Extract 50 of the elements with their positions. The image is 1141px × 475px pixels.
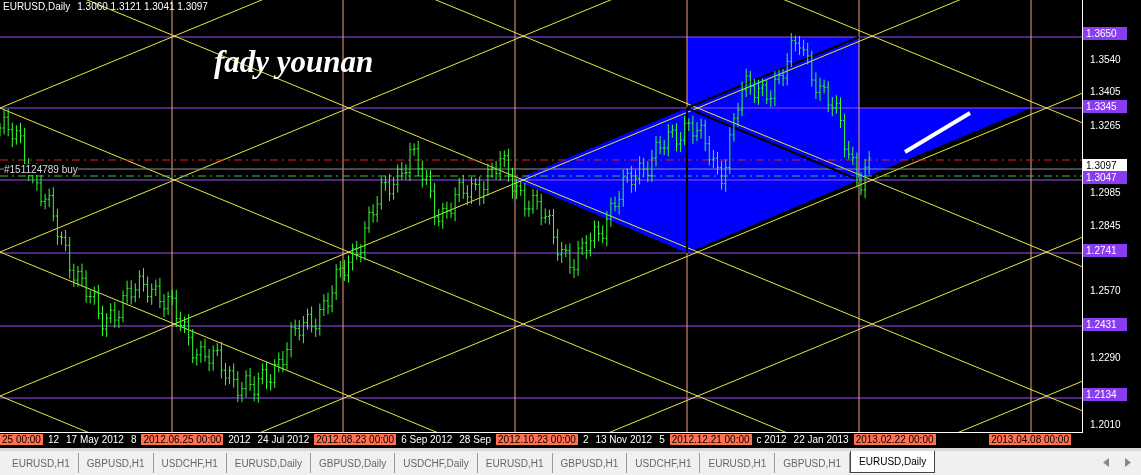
time-tick-label: 22 Jan 2013 [791,434,851,445]
time-tick-label: 28 Sep [457,434,493,445]
price-tick-label: 1.2290 [1090,352,1121,364]
order-label: #151124789 buy [4,164,78,175]
price-tick-label: 1.3540 [1090,54,1121,66]
time-marker-badge: 2012.08.23 00:00 [314,434,397,445]
price-level-badge: 1.2431 [1083,317,1128,331]
chart-tab[interactable]: EURUSD,H1 [477,453,553,473]
time-tick-label: 17 May 2012 [64,434,126,445]
price-tick-label: 1.2845 [1090,219,1121,231]
time-tick-label: 2012 [226,434,253,445]
ohlc-values: 1.3060 1.3121 1.3041 1.3097 [77,1,208,12]
time-tick-label: 2 [580,434,591,445]
price-level-badge: 1.2741 [1083,243,1128,257]
chart-tab[interactable]: EURUSD,Daily [226,453,311,473]
time-marker-badge: 2013.04.08 00:00 [989,434,1071,445]
time-tick-label: 5 [657,434,667,445]
scroll-right-icon[interactable] [1124,458,1131,467]
time-tick-label: 12 [45,434,62,445]
chart-tab[interactable]: EURUSD,Daily [850,451,936,473]
chart-tab[interactable]: USDCHF,Daily [395,453,478,473]
chart-tab[interactable]: GBPUSD,Daily [310,453,396,473]
time-marker-badge: 2012.06.25 00:00 [141,434,224,445]
chart-tab[interactable]: USDCHF,H1 [153,453,227,473]
chart-tab[interactable]: USDCHF,H1 [627,453,701,473]
time-tick-label: 24 Jul 2012 [255,434,312,445]
price-level-badge: 1.3345 [1083,99,1128,113]
chart-symbol: EURUSD,Daily [3,1,71,12]
price-tick-label: 1.2570 [1090,285,1121,297]
price-tick-label: 1.3405 [1090,86,1121,98]
price-level-badge: 1.3650 [1083,27,1128,40]
time-marker-badge: 25 00:00 [0,434,43,445]
chart-tab[interactable]: EURUSD,H1 [4,453,79,473]
time-tick-label: 13 Nov 2012 [593,434,655,445]
price-level-badge: 1.2134 [1083,388,1128,402]
scroll-left-icon[interactable] [1103,458,1110,467]
time-tick-label: c 2012 [754,434,789,445]
chart-tab[interactable]: GBPUSD,H1 [552,453,628,473]
price-tick-label: 1.2010 [1090,418,1121,430]
price-tick-label: 1.2985 [1090,186,1121,198]
time-marker-badge: 2013.02.22 00:00 [853,434,936,445]
time-marker-badge: 2012.10.23 00:00 [496,434,578,445]
price-level-badge: 1.3097 [1083,158,1128,172]
time-tick-label: 6 Sep 2012 [399,434,455,445]
price-tick-label: 1.3265 [1090,119,1121,131]
chart-tab[interactable]: GBPUSD,H1 [78,453,154,473]
time-tick-label: 8 [128,434,139,445]
chart-tab[interactable]: EURUSD,H1 [700,453,776,473]
thick-trend-line [903,111,972,154]
time-marker-badge: 2012.12.21 00:00 [669,434,752,445]
